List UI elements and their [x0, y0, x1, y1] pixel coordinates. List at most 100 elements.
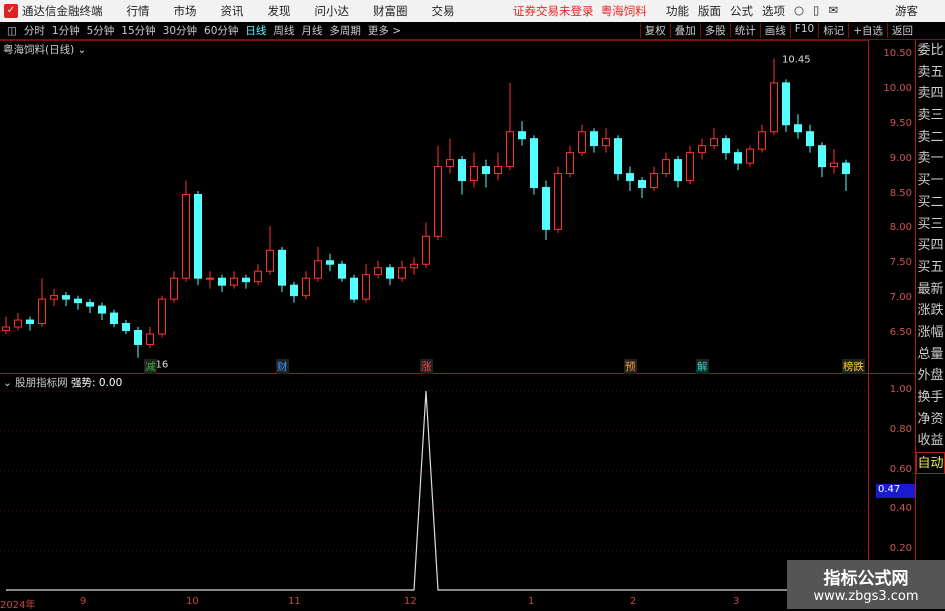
period-tab-9[interactable]: 多周期 — [329, 23, 361, 38]
candle-body — [722, 138, 730, 154]
toolbar-action-0[interactable]: 复权 — [639, 23, 670, 38]
chart-title-text: 粤海饲料(日线) — [3, 44, 75, 56]
period-tab-4[interactable]: 30分钟 — [163, 23, 197, 38]
user-guest[interactable]: 游客 — [895, 3, 918, 19]
event-marker[interactable]: 榜跌 — [842, 359, 865, 374]
event-marker[interactable]: 解 — [696, 359, 709, 374]
menu-trade[interactable]: 交易 — [432, 3, 455, 19]
candle-body — [830, 162, 838, 168]
indicator-tick: 0.80 — [889, 423, 912, 435]
candle-body — [566, 152, 574, 175]
pane-divider[interactable] — [0, 373, 915, 374]
sidebar-item-6[interactable]: 买一 — [916, 170, 945, 192]
indicator-value: 强势: 0.00 — [71, 377, 123, 389]
candle-body — [638, 180, 646, 189]
period-tab-3[interactable]: 15分钟 — [121, 23, 155, 38]
menu-layout[interactable]: 版面 — [698, 3, 721, 19]
menu-news[interactable]: 资讯 — [221, 3, 244, 19]
date-label: 2 — [630, 596, 637, 607]
sidebar-item-16[interactable]: 换手 — [916, 387, 945, 409]
menu-function[interactable]: 功能 — [666, 3, 689, 19]
sidebar-item-14[interactable]: 总量 — [916, 344, 945, 366]
toolbar-action-3[interactable]: 统计 — [729, 23, 760, 38]
menu-market[interactable]: 市场 — [174, 3, 197, 19]
mail-icon[interactable]: ✉ — [828, 3, 838, 19]
candle-body — [326, 260, 334, 265]
event-marker[interactable]: 财 — [276, 359, 289, 374]
search-icon[interactable]: ○ — [794, 3, 804, 19]
sidebar-item-15[interactable]: 外盘 — [916, 365, 945, 387]
toolbar-action-1[interactable]: 叠加 — [669, 23, 700, 38]
candle-body — [578, 131, 586, 154]
toolbar-action-6[interactable]: 标记 — [818, 23, 848, 38]
period-tab-7[interactable]: 周线 — [273, 23, 294, 38]
period-tab-8[interactable]: 月线 — [301, 23, 322, 38]
candle-body — [194, 194, 202, 279]
toolbar-action-7[interactable]: +自选 — [848, 23, 887, 38]
date-label: 1 — [528, 596, 535, 607]
sidebar-item-11[interactable]: 最新 — [916, 279, 945, 301]
event-marker[interactable]: 涨 — [420, 359, 433, 374]
high-label: 10.45 — [782, 54, 811, 65]
candle-body — [146, 333, 154, 345]
sidebar-item-13[interactable]: 涨幅 — [916, 322, 945, 344]
menu-ask[interactable]: 问小达 — [315, 3, 350, 19]
candle-body — [590, 131, 598, 147]
period-tab-6[interactable]: 日线 — [245, 23, 266, 38]
sidebar-item-10[interactable]: 买五 — [916, 257, 945, 279]
sidebar-item-19[interactable]: 自动 — [916, 452, 945, 474]
chart-title[interactable]: 粤海饲料(日线) ⌄ — [3, 42, 86, 57]
period-tab-1[interactable]: 1分钟 — [52, 23, 80, 38]
candle-body — [770, 82, 778, 133]
event-marker[interactable]: 减 — [144, 359, 157, 374]
toolbar-action-5[interactable]: F10 — [789, 23, 818, 38]
sidebar-item-8[interactable]: 买三 — [916, 214, 945, 236]
sidebar-item-18[interactable]: 收益 — [916, 430, 945, 452]
indicator-title[interactable]: ⌄ 股朋指标网 强势: 0.00 — [3, 375, 122, 390]
sidebar-item-9[interactable]: 买四 — [916, 235, 945, 257]
login-alert[interactable]: 证券交易未登录 粤海饲料 — [513, 3, 647, 19]
sidebar-item-3[interactable]: 卖三 — [916, 105, 945, 127]
period-tab-10[interactable]: 更多 > — [368, 23, 401, 38]
sidebar-item-17[interactable]: 净资 — [916, 409, 945, 431]
event-marker[interactable]: 预 — [624, 359, 637, 374]
sidebar-item-0[interactable]: 委比 — [916, 40, 945, 62]
candlestick-chart[interactable]: 10.456.16 — [0, 0, 868, 595]
sidebar-item-4[interactable]: 卖二 — [916, 127, 945, 149]
menu-options[interactable]: 选项 — [762, 3, 785, 19]
sidebar-item-7[interactable]: 买二 — [916, 192, 945, 214]
toolbar-action-2[interactable]: 多股 — [699, 23, 730, 38]
panel-toggle-icon[interactable]: ◫ — [7, 25, 17, 37]
price-tick: 7.00 — [889, 292, 912, 304]
candle-body — [38, 298, 46, 325]
candle-body — [290, 284, 298, 297]
chevron-down-icon[interactable]: ⌄ — [78, 44, 87, 56]
date-label: 12 — [404, 596, 417, 607]
candle-body — [470, 166, 478, 182]
indicator-tick: 1.00 — [889, 384, 912, 395]
candle-body — [62, 295, 70, 300]
candle-body — [782, 82, 790, 126]
sidebar-item-5[interactable]: 卖一 — [916, 148, 945, 170]
period-tab-2[interactable]: 5分钟 — [87, 23, 115, 38]
candle-body — [50, 295, 58, 300]
menu-quotes[interactable]: 行情 — [127, 3, 150, 19]
period-tab-0[interactable]: 分时 — [24, 23, 45, 38]
chevron-down-icon[interactable]: ⌄ — [3, 377, 12, 389]
menu-formula[interactable]: 公式 — [730, 3, 753, 19]
candle-body — [398, 267, 406, 279]
sidebar-item-12[interactable]: 涨跌 — [916, 300, 945, 322]
toolbar-action-8[interactable]: 返回 — [887, 23, 917, 38]
phone-icon[interactable]: ▯ — [813, 3, 819, 19]
menu-wealth[interactable]: 财富圈 — [373, 3, 408, 19]
candle-body — [134, 330, 142, 345]
candle-body — [530, 138, 538, 189]
sidebar-item-1[interactable]: 卖五 — [916, 62, 945, 84]
candle-body — [254, 270, 262, 283]
watermark-url: www.zbgs3.com — [813, 589, 919, 604]
period-tab-5[interactable]: 60分钟 — [204, 23, 238, 38]
menu-discover[interactable]: 发现 — [268, 3, 291, 19]
sidebar-item-2[interactable]: 卖四 — [916, 83, 945, 105]
toolbar-action-4[interactable]: 画线 — [759, 23, 790, 38]
candle-body — [278, 249, 286, 286]
